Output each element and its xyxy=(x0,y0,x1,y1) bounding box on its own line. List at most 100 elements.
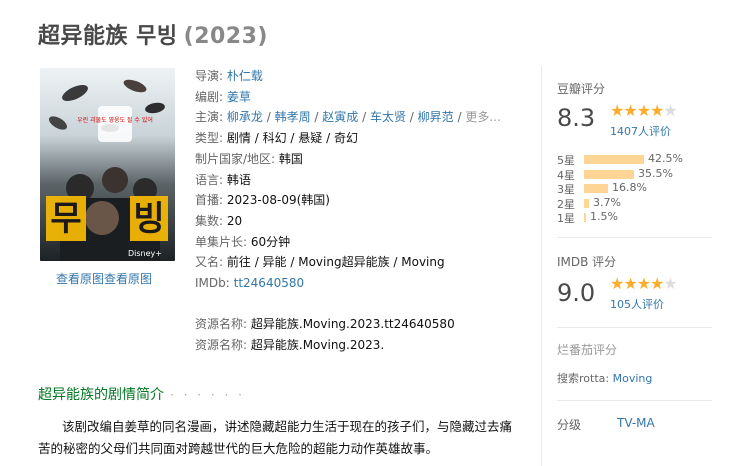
douban-stars: ★★★★★ xyxy=(610,101,678,120)
imdb-stars: ★★★★★ xyxy=(610,274,678,293)
info-block: 导演: 朴仁载 编剧: 姜草 主演: 柳承龙 / 韩孝周 / 赵寅成 / 车太贤… xyxy=(195,66,501,356)
imdb-count-link[interactable]: 105人评价 xyxy=(610,296,664,312)
resource-value[interactable]: 超异能族.Moving.2023. xyxy=(251,338,384,352)
poster-title-a: 무 xyxy=(50,199,81,239)
episodes-label: 集数: xyxy=(195,213,224,228)
star-icon: ★ xyxy=(636,101,651,120)
page-title: 超异能族 무빙 (2023) xyxy=(38,18,268,50)
poster-tagline: 우린 괴물도 영웅도 될 수 있어 xyxy=(77,116,153,124)
premiere-label: 首播: xyxy=(195,193,224,208)
douban-count-link[interactable]: 1407人评价 xyxy=(610,123,671,139)
cast-label: 主演: xyxy=(195,110,224,125)
cast-link[interactable]: 柳昇范 xyxy=(418,110,454,124)
runtime-value: 60分钟 xyxy=(250,234,291,249)
breakdown-bar xyxy=(584,184,608,193)
writer-label: 编剧: xyxy=(195,89,224,104)
aka-row: 又名: 前往 / 异能 / Moving超异能族 / Moving xyxy=(195,252,501,273)
writer-link[interactable]: 姜草 xyxy=(227,90,251,104)
episodes-row: 集数: 20 xyxy=(195,211,501,232)
genre-label: 类型: xyxy=(195,131,224,146)
summary-dots: · · · · · · xyxy=(170,388,245,402)
language-label: 语言: xyxy=(195,172,224,187)
language-row: 语言: 韩语 xyxy=(195,170,501,191)
section-divider xyxy=(557,327,712,328)
country-label: 制片国家/地区: xyxy=(195,151,276,166)
section-divider xyxy=(557,400,712,401)
summary-text: 该剧改编自姜草的同名漫画，讲述隐藏超能力生活于现在的孩子们，与隐藏过去痛苦的秘密… xyxy=(38,419,513,456)
premiere-row: 首播: 2023-08-09(韩国) xyxy=(195,190,501,211)
star-icon: ★ xyxy=(650,101,664,120)
view-original-link[interactable]: 查看原图 xyxy=(56,272,104,286)
rotten-search: 搜索rotta: Moving xyxy=(557,370,652,386)
country-row: 制片国家/地区: 韩国 xyxy=(195,149,501,170)
genre-value: 科幻 xyxy=(262,131,287,146)
writer-row: 编剧: 姜草 xyxy=(195,87,501,108)
star-icon: ★ xyxy=(610,274,624,293)
breakdown-percent: 16.8% xyxy=(612,181,647,194)
resource-value[interactable]: 超异能族.Moving.2023.tt24640580 xyxy=(251,317,455,331)
cast-link[interactable]: 赵寅成 xyxy=(322,110,358,124)
cast-link[interactable]: 车太贤 xyxy=(370,110,406,124)
runtime-row: 单集片长: 60分钟 xyxy=(195,232,501,253)
breakdown-percent: 1.5% xyxy=(590,210,618,223)
douban-score: 8.3 xyxy=(557,104,596,132)
poster-links: 查看原图查看原图 xyxy=(56,270,152,287)
classification-label: 分级 xyxy=(557,418,582,432)
sidebar-divider xyxy=(541,66,542,466)
genre-value: 悬疑 xyxy=(298,131,323,146)
star-empty-icon: ★ xyxy=(663,101,677,120)
genre-value: 剧情 xyxy=(226,131,251,146)
poster-title-b: 빙 xyxy=(133,199,164,239)
view-original-link[interactable]: 查看原图 xyxy=(104,272,152,286)
cast-more-link[interactable]: 更多... xyxy=(465,110,500,124)
director-link[interactable]: 朴仁载 xyxy=(227,69,263,83)
summary-heading: 超异能族的剧情简介 · · · · · · xyxy=(38,384,245,404)
star-icon: ★ xyxy=(650,274,664,293)
imdb-label: IMDb: xyxy=(195,276,230,291)
classification-value[interactable]: TV-MA xyxy=(617,416,655,430)
breakdown-percent: 3.7% xyxy=(593,195,621,209)
genre-value: 奇幻 xyxy=(333,131,358,146)
imdb-link[interactable]: tt24640580 xyxy=(234,276,305,290)
breakdown-bar xyxy=(584,198,589,208)
resource-label: 资源名称: xyxy=(195,317,248,332)
rotten-label: 烂番茄评分 xyxy=(557,343,618,357)
resource-label: 资源名称: xyxy=(195,338,248,353)
cast-link[interactable]: 柳承龙 xyxy=(227,110,263,124)
language-value: 韩语 xyxy=(226,172,251,187)
premiere-value: 2023-08-09(韩国) xyxy=(226,193,330,208)
rotten-search-link[interactable]: Moving xyxy=(613,372,653,385)
resource-row: 资源名称: 超异能族.Moving.2023. xyxy=(195,335,501,356)
breakdown-bar xyxy=(584,213,586,222)
breakdown-percent: 35.5% xyxy=(638,166,673,180)
section-divider xyxy=(557,237,712,238)
country-value: 韩国 xyxy=(278,151,303,166)
rotten-search-prefix: 搜索rotta: xyxy=(557,372,610,385)
star-icon: ★ xyxy=(623,274,637,293)
genre-row: 类型: 剧情 / 科幻 / 悬疑 / 奇幻 xyxy=(195,131,358,146)
breakdown-bar xyxy=(584,169,634,179)
summary-heading-text: 超异能族的剧情简介 xyxy=(38,387,164,403)
director-row: 导演: 朴仁载 xyxy=(195,66,501,87)
star-icon: ★ xyxy=(636,274,651,293)
imdb-row: IMDb: tt24640580 xyxy=(195,273,501,294)
cast-row: 主演: 柳承龙 / 韩孝周 / 赵寅成 / 车太贤 / 柳昇范 / 更多... xyxy=(195,110,501,125)
poster-brand: Disney+ xyxy=(128,249,162,258)
title-year: (2023) xyxy=(183,24,268,49)
runtime-label: 单集片长: xyxy=(195,234,248,249)
douban-rating-label: 豆瓣评分 xyxy=(557,82,606,96)
cast-link[interactable]: 韩孝周 xyxy=(275,110,311,124)
director-label: 导演: xyxy=(195,69,224,83)
aka-value: 前往 / 异能 / Moving超异能族 / Moving xyxy=(226,255,445,270)
poster-art: 무 빙 우린 괴물도 영웅도 될 수 있어 Disney+ xyxy=(40,68,175,261)
imdb-rating-label: IMDB 评分 xyxy=(557,255,617,269)
star-icon: ★ xyxy=(623,101,637,120)
aka-label: 又名: xyxy=(195,255,224,270)
breakdown-percent: 42.5% xyxy=(648,152,683,165)
poster-image[interactable]: 무 빙 우린 괴물도 영웅도 될 수 있어 Disney+ xyxy=(40,68,175,261)
episodes-value: 20 xyxy=(226,213,243,228)
breakdown-label: 1星 xyxy=(557,212,575,225)
breakdown-bar xyxy=(584,155,644,164)
resource-row: 资源名称: 超异能族.Moving.2023.tt24640580 xyxy=(195,314,501,335)
title-name: 超异能族 무빙 xyxy=(38,24,178,49)
